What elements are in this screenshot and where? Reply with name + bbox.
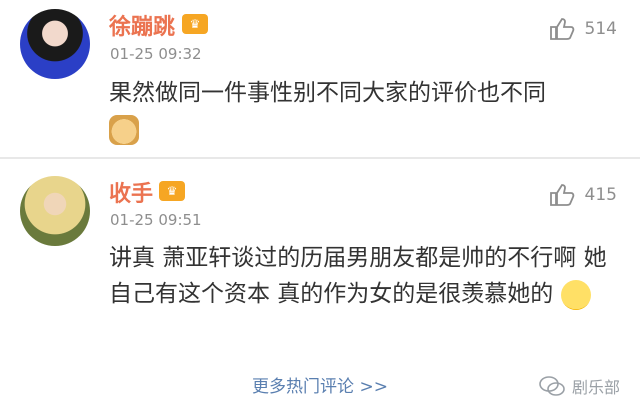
comment-text: 果然做同一件事性别不同大家的评价也不同	[109, 75, 609, 147]
like-count: 514	[584, 19, 617, 39]
comment-item: 收手 ♛ 01-25 09:51 415 讲真 萧亚轩谈过的历届男朋友都是帅的不…	[0, 160, 640, 360]
avatar[interactable]	[20, 176, 90, 246]
like-button[interactable]: 514	[549, 17, 617, 41]
wechat-logo-icon	[539, 376, 565, 396]
watermark: 剧乐部	[538, 374, 620, 398]
comment-text-body: 果然做同一件事性别不同大家的评价也不同	[109, 80, 546, 106]
thumbs-up-icon	[549, 184, 574, 206]
watermark-text: 剧乐部	[571, 378, 620, 397]
comment-text: 讲真 萧亚轩谈过的历届男朋友都是帅的不行啊 她自己有这个资本 真的作为女的是很羡…	[109, 240, 609, 312]
like-button[interactable]: 415	[549, 183, 617, 207]
comment-time: 01-25 09:51	[110, 211, 202, 229]
comment-text-body: 讲真 萧亚轩谈过的历届男朋友都是帅的不行啊 她自己有这个资本 真的作为女的是很羡…	[109, 245, 607, 307]
comment-time: 01-25 09:32	[110, 45, 202, 63]
like-count: 415	[584, 185, 617, 205]
vip-crown-icon: ♛	[159, 181, 185, 201]
thumbs-up-icon	[549, 18, 574, 40]
divider	[0, 157, 640, 159]
vip-crown-icon: ♛	[182, 14, 208, 34]
avatar[interactable]	[20, 9, 90, 79]
comment-username[interactable]: 徐蹦跳	[109, 9, 175, 41]
smile-icon	[560, 279, 591, 310]
comment-item: 徐蹦跳 ♛ 01-25 09:32 514 果然做同一件事性别不同大家的评价也不…	[0, 0, 640, 158]
comment-username[interactable]: 收手	[109, 176, 153, 208]
doge-icon	[109, 114, 139, 145]
